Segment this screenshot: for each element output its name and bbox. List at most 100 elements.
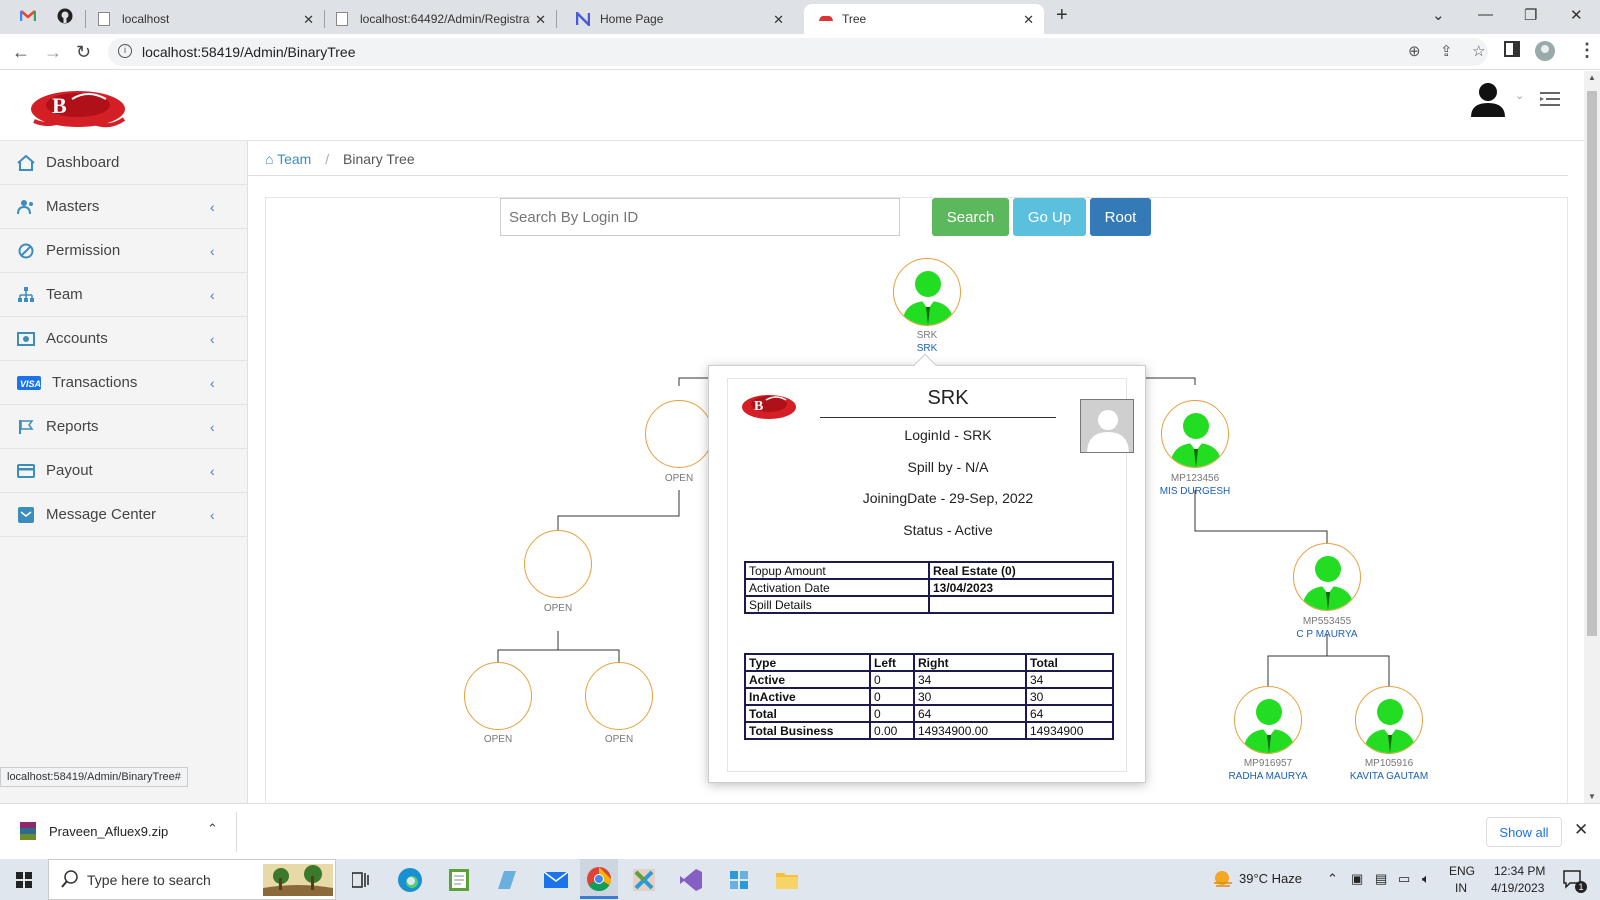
file-explorer-icon[interactable] (774, 867, 800, 893)
table-cell: 34 (913, 670, 1027, 689)
tree-node-open[interactable] (645, 400, 713, 468)
popup-title-underline (820, 417, 1056, 418)
language-line2[interactable]: IN (1455, 881, 1467, 895)
clock-date[interactable]: 4/19/2023 (1491, 881, 1544, 895)
node-name[interactable]: SRK (827, 342, 1027, 355)
table-cell: Total (744, 704, 871, 723)
gmail-icon[interactable] (19, 9, 37, 21)
table-header-cell: Total (1025, 653, 1114, 672)
page-content: B ⌄ Dashboard Masters ‹ Permission ‹ Tea… (0, 71, 1584, 803)
xampp-icon[interactable] (631, 867, 657, 893)
close-tab-icon[interactable]: ✕ (1023, 12, 1034, 28)
tree-node-open[interactable] (464, 662, 532, 730)
restore-icon[interactable]: ❐ (1524, 6, 1537, 24)
reload-icon[interactable]: ↻ (76, 42, 91, 63)
new-tab-button[interactable]: + (1056, 4, 1068, 27)
search-icon (61, 870, 79, 893)
task-view-icon[interactable] (351, 871, 370, 894)
table-header-row: Type Left Right Total (744, 653, 1114, 672)
forward-icon[interactable]: → (44, 42, 62, 63)
table-cell: Total Business (744, 721, 871, 740)
mail-icon[interactable] (543, 867, 569, 893)
minimize-icon[interactable]: — (1478, 6, 1493, 23)
download-filename[interactable]: Praveen_Afluex9.zip (49, 824, 168, 839)
popup-card: B SRK LoginId - SRK Spill by - N/A Joini… (727, 378, 1134, 772)
tab-registration[interactable]: localhost:64492/Admin/Registrat ✕ (326, 4, 556, 34)
clock-time[interactable]: 12:34 PM (1494, 864, 1545, 878)
tree-node-open[interactable] (585, 662, 653, 730)
table-row: Total 0 64 64 (744, 704, 1114, 723)
display-icon[interactable]: ▭ (1398, 871, 1410, 887)
default-avatar-icon (1080, 399, 1134, 453)
tab-search-chevron-icon[interactable]: ⌄ (1432, 6, 1445, 24)
tree-node-mp123456[interactable] (1161, 400, 1229, 468)
tree-node-mp105916[interactable] (1355, 686, 1423, 754)
close-tab-icon[interactable]: ✕ (303, 12, 314, 28)
node-name[interactable]: KAVITA GAUTAM (1289, 770, 1489, 783)
windows-taskbar: Type here to search 39°C Haze ⌃ ▣ ▤ ▭ 🔈︎… (0, 859, 1600, 900)
language-line1[interactable]: ENG (1449, 864, 1475, 878)
weather-icon[interactable] (1212, 869, 1234, 894)
tree-node-mp553455[interactable] (1293, 543, 1361, 611)
meet-now-icon[interactable]: ▣ (1351, 871, 1363, 887)
scroll-up-icon[interactable]: ▲ (1588, 73, 1596, 82)
zoom-icon[interactable]: ⊕ (1408, 42, 1421, 60)
table-row: Spill Details (744, 595, 1114, 614)
url-omnibox[interactable]: i localhost:58419/Admin/BinaryTree ⊕ ⇪ ☆ (108, 38, 1488, 66)
notepad-icon[interactable] (446, 867, 472, 893)
browser-menu-icon[interactable]: ⋮ (1578, 40, 1596, 61)
share-icon[interactable]: ⇪ (1440, 42, 1453, 60)
table-header-cell: Left (869, 653, 915, 672)
tree-node-mp553455-label: MP553455 C P MAURYA (1227, 615, 1427, 641)
site-info-icon[interactable]: i (118, 44, 132, 58)
table-cell: Active (744, 670, 871, 689)
table-cell: 14934900 (1025, 721, 1114, 740)
table-cell: 0.00 (869, 721, 915, 740)
table-cell: InActive (744, 687, 871, 706)
page-scrollbar[interactable]: ▲ ▼ (1584, 71, 1600, 803)
user-green-icon (1243, 699, 1295, 753)
tree-node-root[interactable] (893, 258, 961, 326)
node-login-id: MP553455 (1302, 616, 1352, 627)
file-app-icon[interactable] (494, 867, 520, 893)
node-name[interactable]: C P MAURYA (1227, 628, 1427, 641)
back-icon[interactable]: ← (12, 42, 30, 63)
tree-node-mp105916-label: MP105916 KAVITA GAUTAM (1289, 757, 1489, 783)
close-tab-icon[interactable]: ✕ (535, 12, 546, 28)
tab-label: Tree (842, 12, 867, 26)
side-panel-icon[interactable] (1504, 41, 1520, 62)
volume-muted-icon[interactable]: 🔈︎ (1422, 871, 1430, 887)
tray-chevron-up-icon[interactable]: ⌃ (1327, 871, 1338, 887)
windows-start-icon[interactable] (16, 872, 32, 893)
visual-studio-icon[interactable] (678, 867, 704, 893)
close-tab-icon[interactable]: ✕ (773, 12, 784, 28)
taskbar-search-box[interactable]: Type here to search (48, 859, 336, 900)
tab-home-page[interactable]: Home Page ✕ (558, 4, 794, 34)
close-shelf-icon[interactable]: ✕ (1574, 820, 1588, 840)
close-window-icon[interactable]: ✕ (1570, 6, 1583, 24)
table-cell: 14934900.00 (913, 721, 1027, 740)
scrollbar-thumb[interactable] (1587, 91, 1597, 636)
tab-tree[interactable]: Tree ✕ (804, 4, 1044, 34)
github-icon[interactable] (57, 8, 73, 24)
tree-node-open[interactable] (524, 530, 592, 598)
weather-text[interactable]: 39°C Haze (1239, 871, 1302, 886)
bookmark-star-icon[interactable]: ☆ (1472, 42, 1485, 60)
network-icon[interactable]: ▤ (1375, 871, 1387, 887)
tree-node-root-label: SRK SRK (827, 329, 1027, 355)
tree-node-open-label: OPEN (458, 602, 658, 615)
edge-icon[interactable] (397, 867, 423, 893)
chrome-icon[interactable] (580, 859, 618, 899)
url-text[interactable]: localhost:58419/Admin/BinaryTree (142, 44, 356, 60)
chevron-up-icon[interactable]: ⌃ (207, 821, 218, 837)
zip-archive-icon (20, 822, 36, 840)
tree-node-mp916957[interactable] (1234, 686, 1302, 754)
taskbar-search-placeholder[interactable]: Type here to search (87, 872, 211, 888)
tab-localhost[interactable]: localhost ✕ (88, 4, 324, 34)
show-all-button[interactable]: Show all (1486, 817, 1562, 847)
table-cell: 64 (1025, 704, 1114, 723)
table-cell: Spill Details (744, 595, 930, 614)
scroll-down-icon[interactable]: ▼ (1588, 792, 1596, 801)
app-grid-icon[interactable] (726, 867, 752, 893)
profile-avatar[interactable] (1534, 40, 1556, 67)
